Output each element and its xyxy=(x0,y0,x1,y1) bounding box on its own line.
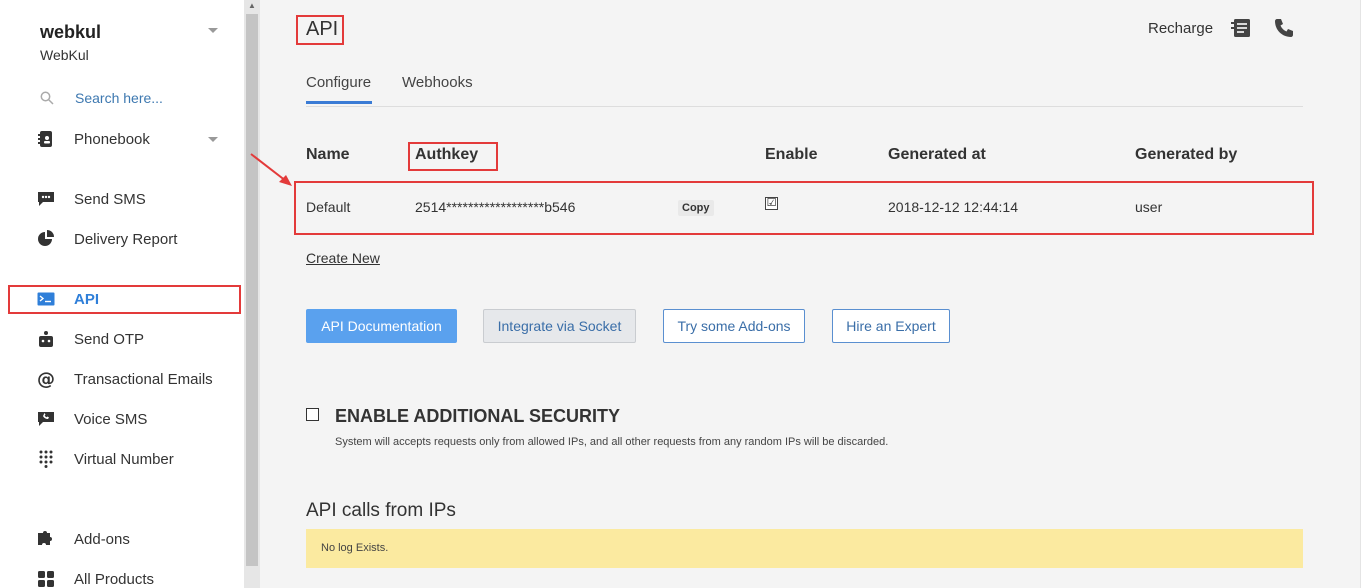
sidebar-item-add-ons[interactable]: Add-ons xyxy=(36,527,236,551)
highlight-box-row xyxy=(294,181,1314,235)
highlight-box-api-nav xyxy=(8,285,241,314)
sidebar-item-send-sms[interactable]: Send SMS xyxy=(36,187,236,211)
sidebar-item-label: Virtual Number xyxy=(74,450,174,468)
column-header-name: Name xyxy=(306,146,350,163)
voice-message-icon xyxy=(36,409,56,429)
search-input[interactable] xyxy=(66,86,216,110)
security-description: System will accepts requests only from a… xyxy=(335,436,889,448)
tab-webhooks[interactable]: Webhooks xyxy=(402,74,473,101)
sidebar-item-send-otp[interactable]: Send OTP xyxy=(36,327,236,351)
sidebar-item-voice-sms[interactable]: Voice SMS xyxy=(36,407,236,431)
phone-icon[interactable] xyxy=(1273,17,1295,39)
sidebar-item-all-products[interactable]: All Products xyxy=(36,567,236,588)
dialpad-icon xyxy=(36,449,56,469)
column-header-generated-at: Generated at xyxy=(888,146,986,163)
sidebar-item-virtual-number[interactable]: Virtual Number xyxy=(36,447,236,471)
sidebar-scrollbar-thumb[interactable] xyxy=(246,14,258,566)
document-list-icon[interactable] xyxy=(1231,17,1253,39)
page-scrollbar[interactable] xyxy=(1360,0,1366,588)
security-title: ENABLE ADDITIONAL SECURITY xyxy=(335,406,621,426)
sidebar-item-label: Phonebook xyxy=(74,130,150,148)
hire-expert-button[interactable]: Hire an Expert xyxy=(832,309,950,343)
log-empty-text: No log Exists. xyxy=(321,542,389,554)
sidebar-item-transactional-emails[interactable]: @ Transactional Emails xyxy=(36,367,236,391)
ips-section-title: API calls from IPs xyxy=(306,500,456,521)
sidebar-item-delivery-report[interactable]: Delivery Report xyxy=(36,227,236,251)
sidebar-item-label: Voice SMS xyxy=(74,410,148,428)
brand-name[interactable]: webkul xyxy=(40,22,101,43)
try-addons-button[interactable]: Try some Add-ons xyxy=(663,309,805,343)
recharge-link[interactable]: Recharge xyxy=(1148,20,1213,37)
chevron-down-icon[interactable] xyxy=(208,137,218,142)
sidebar-item-label: All Products xyxy=(74,570,155,588)
sidebar-item-label: Delivery Report xyxy=(74,230,178,248)
pie-chart-icon xyxy=(36,229,56,249)
security-checkbox[interactable] xyxy=(306,408,319,421)
integrate-socket-button[interactable]: Integrate via Socket xyxy=(483,309,636,343)
annotation-arrow-icon xyxy=(250,153,292,186)
create-new-link[interactable]: Create New xyxy=(306,250,380,266)
column-header-enable: Enable xyxy=(765,146,818,163)
sidebar-item-label: Add-ons xyxy=(74,530,130,548)
brand-subtitle: WebKul xyxy=(40,47,89,63)
message-icon xyxy=(36,189,56,209)
grid-icon xyxy=(36,569,56,588)
tab-bar: Configure Webhooks xyxy=(306,74,1303,107)
sidebar-item-label: Send SMS xyxy=(74,190,146,208)
sidebar-item-label: Send OTP xyxy=(74,330,145,348)
api-documentation-button[interactable]: API Documentation xyxy=(306,309,457,343)
sidebar-item-label: Transactional Emails xyxy=(74,370,213,388)
chevron-down-icon[interactable] xyxy=(208,28,218,33)
otp-icon xyxy=(36,329,56,349)
highlight-box-title xyxy=(296,15,344,45)
puzzle-icon xyxy=(36,529,56,549)
tab-configure[interactable]: Configure xyxy=(306,74,372,104)
sidebar-item-phonebook[interactable]: Phonebook xyxy=(36,127,236,151)
scroll-up-icon[interactable]: ▲ xyxy=(246,0,258,12)
column-header-generated-by: Generated by xyxy=(1135,146,1238,163)
log-empty-banner: No log Exists. xyxy=(306,529,1303,568)
at-sign-icon: @ xyxy=(37,368,55,390)
phonebook-icon xyxy=(36,129,56,149)
search-icon xyxy=(40,91,54,105)
highlight-box-authkey xyxy=(408,142,498,171)
